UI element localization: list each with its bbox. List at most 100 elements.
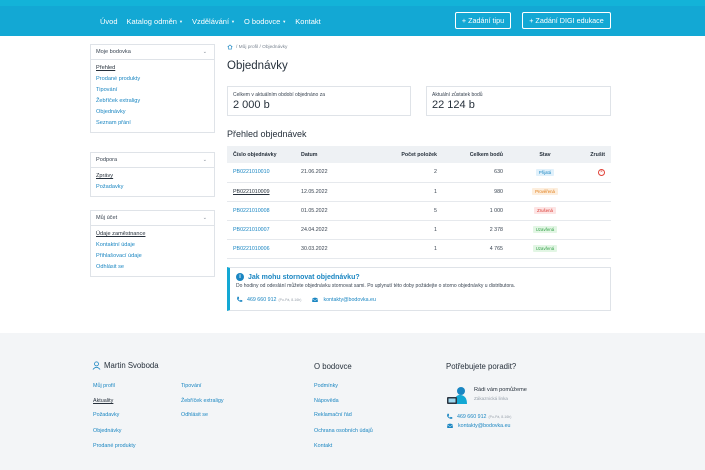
stat-card-ordered: Celkem v aktuálním období objednáno za 2… <box>227 86 411 116</box>
col-date: Datum <box>295 146 355 163</box>
phone-icon <box>447 413 453 419</box>
cell-status: Zrušená <box>509 201 581 221</box>
page-title: Objednávky <box>227 60 288 72</box>
sidebar-item-prehled[interactable]: Přehled <box>96 63 214 74</box>
info-title: Jak mohu stornovat objednávku? <box>248 273 360 281</box>
cell-count: 1 <box>355 239 443 259</box>
footer-link-muj-profil[interactable]: Můj profil <box>93 383 115 389</box>
sidebar-item-tipovani[interactable]: Tipování <box>96 85 214 96</box>
add-digi-education-button[interactable]: + Zadání DIGI edukace <box>522 12 611 29</box>
order-number-link[interactable]: PB0221010009 <box>233 189 270 195</box>
footer-link-objednavky[interactable]: Objednávky <box>93 428 121 434</box>
col-count: Počet položek <box>355 146 443 163</box>
info-email-link[interactable]: kontakty@bodovka.eu <box>323 297 376 303</box>
table-header: Číslo objednávky Datum Počet položek Cel… <box>227 146 611 163</box>
nav-item-katalog[interactable]: Katalog odměn ▼ <box>127 17 183 26</box>
sidebar-box-moje-bodovka: Moje bodovka ⌄ Přehled Prodané produkty T… <box>90 44 215 133</box>
sidebar-item-prodane-produkty[interactable]: Prodané produkty <box>96 74 214 85</box>
table-row: PB0221010008 01.05.2022 5 1 000 Zrušená <box>227 201 611 221</box>
footer-link-podminky[interactable]: Podmínky <box>314 383 338 389</box>
info-icon: i <box>236 273 244 281</box>
breadcrumb-path[interactable]: / Můj profil / Objednávky <box>236 45 287 50</box>
footer-link-napoveda[interactable]: Nápověda <box>314 398 339 404</box>
status-badge: Uzavřená <box>532 245 558 252</box>
info-text: Do hodiny od odeslání můžete objednávku … <box>236 283 516 289</box>
order-number-link[interactable]: PB0221010007 <box>233 227 270 233</box>
info-phone-hours: (Po-Pá, 8-16h) <box>278 297 302 302</box>
chevron-down-icon: ⌄ <box>202 215 207 221</box>
order-number-link[interactable]: PB0221010010 <box>233 169 270 175</box>
sidebar-item-objednavky[interactable]: Objednávky <box>96 107 214 118</box>
main-nav: Úvod Katalog odměn ▼ Vzdělávání ▼ O bodovc… <box>0 6 705 36</box>
add-tip-button[interactable]: + Zadání tipu <box>455 12 511 29</box>
sidebar-select-moje-bodovka[interactable]: Moje bodovka ⌄ <box>91 45 214 60</box>
nav-item-o-bodovce[interactable]: O bodovce ▼ <box>244 17 286 26</box>
col-cancel: Zrušit <box>581 146 611 163</box>
stat-value: 22 124 b <box>432 99 475 111</box>
status-badge: Zrušená <box>534 207 556 214</box>
footer-link-kontakt[interactable]: Kontakt <box>314 443 332 449</box>
footer-user: Martin Svoboda <box>92 361 159 370</box>
cancel-order-icon[interactable]: × <box>598 168 605 176</box>
footer-about-title: O bodovce <box>314 362 352 371</box>
sidebar-item-zpravy[interactable]: Zprávy <box>96 171 214 182</box>
footer-email-link[interactable]: kontakty@bodovka.eu <box>458 423 511 429</box>
nav-item-uvod[interactable]: Úvod <box>100 17 118 26</box>
order-number-link[interactable]: PB0221010006 <box>233 246 270 252</box>
footer-link-reklamacni-rad[interactable]: Reklamační řád <box>314 412 352 418</box>
footer-link-tipovani[interactable]: Tipování <box>181 383 201 389</box>
cell-status: Uzavřená <box>509 239 581 259</box>
col-number: Číslo objednávky <box>227 146 295 163</box>
home-icon[interactable] <box>227 44 233 50</box>
cell-date: 21.06.2022 <box>295 163 355 183</box>
chevron-down-icon: ⌄ <box>202 157 207 163</box>
footer-link-aktuality[interactable]: Aktuality <box>93 398 113 404</box>
cell-number: PB0221010010 <box>227 163 295 183</box>
stat-value: 2 000 b <box>233 99 270 111</box>
sidebar-box-muj-ucet: Můj účet ⌄ Údaje zaměstnance Kontaktní úd… <box>90 210 215 277</box>
chevron-down-icon: ⌄ <box>202 49 207 55</box>
footer-phone-hours: (Po-Pá, 8-16h) <box>488 414 512 419</box>
cell-number: PB0221010006 <box>227 239 295 259</box>
cell-cancel <box>581 182 611 202</box>
cell-date: 01.05.2022 <box>295 201 355 221</box>
footer-link-pozadavky[interactable]: Požadavky <box>93 412 119 418</box>
footer: Martin Svoboda Můj profil Aktuality Poža… <box>0 333 705 470</box>
cell-status: Přijatá <box>509 163 581 183</box>
footer-link-odhlasit[interactable]: Odhlásit se <box>181 412 208 418</box>
sidebar-item-zebricek[interactable]: Žebříček extraligy <box>96 96 214 107</box>
order-number-link[interactable]: PB0221010008 <box>233 208 270 214</box>
footer-link-ochrana-udaju[interactable]: Ochrana osobních údajů <box>314 428 373 434</box>
footer-help-sub: Zákaznická linka <box>474 396 508 401</box>
support-illustration-icon <box>447 387 467 404</box>
cell-points: 4 765 <box>443 239 509 259</box>
chevron-down-icon: ▼ <box>231 18 236 24</box>
col-points: Celkem bodů <box>443 146 509 163</box>
sidebar-item-prihlasovaci-udaje[interactable]: Přihlašovací údaje <box>96 251 214 262</box>
sidebar-item-pozadavky[interactable]: Požadavky <box>96 182 214 193</box>
footer-link-zebricek[interactable]: Žebříček extraligy <box>181 398 224 404</box>
status-badge: Prověřená <box>532 188 558 195</box>
sidebar-select-muj-ucet[interactable]: Můj účet ⌄ <box>91 211 214 226</box>
footer-link-prodane-produkty[interactable]: Prodané produkty <box>93 443 136 449</box>
cell-cancel <box>581 220 611 240</box>
cell-date: 24.04.2022 <box>295 220 355 240</box>
cell-cancel: × <box>581 163 611 183</box>
sidebar-select-podpora[interactable]: Podpora ⌄ <box>91 153 214 168</box>
sidebar-item-kontaktni-udaje[interactable]: Kontaktní údaje <box>96 240 214 251</box>
nav-item-vzdelavani[interactable]: Vzdělávání ▼ <box>192 17 235 26</box>
sidebar-item-odhlasit[interactable]: Odhlásit se <box>96 262 214 273</box>
breadcrumb: / Můj profil / Objednávky <box>227 44 611 50</box>
footer-help-title: Potřebujete poradit? <box>446 362 517 371</box>
chevron-down-icon: ▼ <box>178 18 183 24</box>
table-row: PB0221010010 21.06.2022 2 630 Přijatá × <box>227 163 611 183</box>
chevron-down-icon: ▼ <box>282 18 287 24</box>
nav-item-kontakt[interactable]: Kontakt <box>295 17 320 26</box>
info-phone-link[interactable]: 469 660 912 <box>247 297 276 303</box>
cell-date: 12.05.2022 <box>295 182 355 202</box>
sidebar-item-seznam-prani[interactable]: Seznam přání <box>96 118 214 129</box>
sidebar-item-udaje-zamestnance[interactable]: Údaje zaměstnance <box>96 229 214 240</box>
footer-phone: 469 660 912 (Po-Pá, 8-16h) <box>446 413 511 420</box>
footer-phone-link[interactable]: 469 660 912 <box>457 414 486 420</box>
mail-icon <box>447 423 453 428</box>
